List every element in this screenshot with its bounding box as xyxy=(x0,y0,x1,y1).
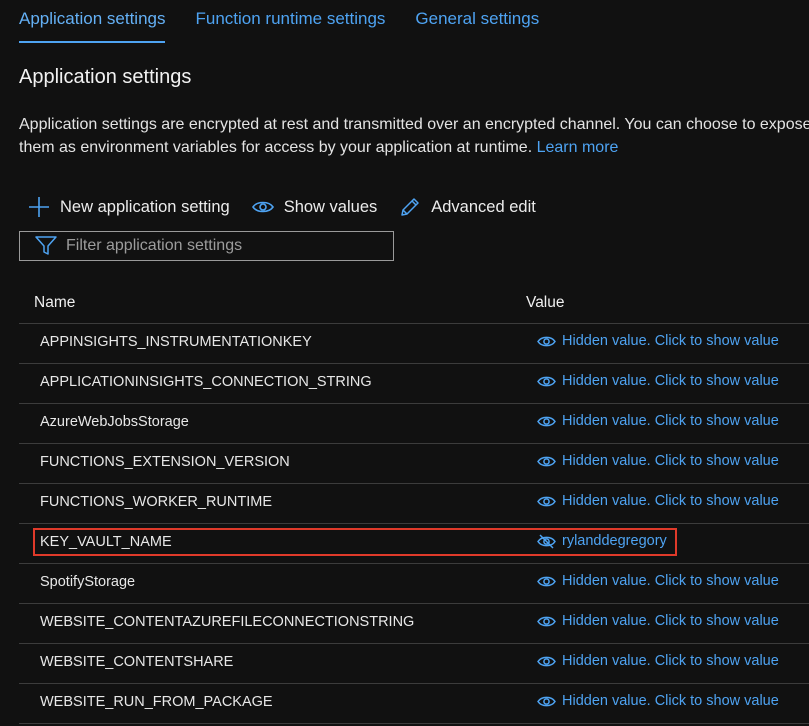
tab-general-settings[interactable]: General settings xyxy=(415,0,539,34)
setting-value[interactable]: Hidden value. Click to show value xyxy=(537,373,779,389)
setting-value[interactable]: Hidden value. Click to show value xyxy=(537,573,779,589)
setting-value[interactable]: rylanddegregory xyxy=(537,533,667,549)
table-row[interactable]: APPLICATIONINSIGHTS_CONNECTION_STRING Hid… xyxy=(19,364,809,404)
setting-name: KEY_VAULT_NAME xyxy=(40,534,172,550)
setting-name: WEBSITE_CONTENTSHARE xyxy=(40,654,234,670)
eye-icon xyxy=(537,656,556,666)
eye-icon xyxy=(537,496,556,506)
column-header-value[interactable]: Value xyxy=(526,294,565,312)
setting-value-text: Hidden value. Click to show value xyxy=(562,413,779,429)
settings-tabs: Application settings Function runtime se… xyxy=(19,0,569,43)
section-title: Application settings xyxy=(19,66,192,88)
pencil-icon xyxy=(401,198,419,216)
setting-value[interactable]: Hidden value. Click to show value xyxy=(537,653,779,669)
eye-icon xyxy=(537,696,556,706)
table-row[interactable]: WEBSITE_CONTENTAZUREFILECONNECTIONSTRING… xyxy=(19,604,809,644)
section-description: Application settings are encrypted at re… xyxy=(19,113,809,159)
setting-name: SpotifyStorage xyxy=(40,574,136,590)
setting-name: WEBSITE_RUN_FROM_PACKAGE xyxy=(40,694,273,710)
table-row[interactable]: APPINSIGHTS_INSTRUMENTATIONKEY Hidden val… xyxy=(19,324,809,364)
setting-name: WEBSITE_CONTENTAZUREFILECONNECTIONSTRING xyxy=(40,614,415,630)
filter-icon xyxy=(35,236,57,255)
table-row[interactable]: FUNCTIONS_WORKER_RUNTIME Hidden value. Cl… xyxy=(19,484,809,524)
table-row[interactable]: WEBSITE_CONTENTSHARE Hidden value. Click … xyxy=(19,644,809,684)
tab-application-settings[interactable]: Application settings xyxy=(19,0,166,43)
setting-value[interactable]: Hidden value. Click to show value xyxy=(537,493,779,509)
eye-icon xyxy=(537,376,556,386)
table-row[interactable]: AzureWebJobsStorage Hidden value. Click t… xyxy=(19,404,809,444)
setting-name: AzureWebJobsStorage xyxy=(40,414,189,430)
eye-icon xyxy=(251,201,274,213)
plus-icon xyxy=(29,197,49,217)
table-row[interactable]: FUNCTIONS_EXTENSION_VERSION Hidden value.… xyxy=(19,444,809,484)
setting-value-text: Hidden value. Click to show value xyxy=(562,333,779,349)
advanced-edit-button[interactable]: Advanced edit xyxy=(399,196,536,218)
tab-function-runtime-settings[interactable]: Function runtime settings xyxy=(195,0,385,34)
filter-box xyxy=(19,231,394,261)
filter-input[interactable] xyxy=(66,237,366,255)
setting-value-text: Hidden value. Click to show value xyxy=(562,693,779,709)
learn-more-link[interactable]: Learn more xyxy=(537,139,619,156)
eye-slash-icon xyxy=(537,533,556,549)
setting-value[interactable]: Hidden value. Click to show value xyxy=(537,613,779,629)
setting-name: APPLICATIONINSIGHTS_CONNECTION_STRING xyxy=(40,374,372,390)
setting-name: APPINSIGHTS_INSTRUMENTATIONKEY xyxy=(40,334,312,350)
show-values-button[interactable]: Show values xyxy=(251,197,378,217)
new-application-setting-label: New application setting xyxy=(60,197,230,216)
setting-value[interactable]: Hidden value. Click to show value xyxy=(537,333,779,349)
description-text: Application settings are encrypted at re… xyxy=(19,116,809,156)
table-body: APPINSIGHTS_INSTRUMENTATIONKEY Hidden val… xyxy=(19,324,809,724)
setting-value[interactable]: Hidden value. Click to show value xyxy=(537,413,779,429)
table-row[interactable]: WEBSITE_RUN_FROM_PACKAGE Hidden value. Cl… xyxy=(19,684,809,724)
settings-table: Name Value APPINSIGHTS_INSTRUMENTATIONKE… xyxy=(19,283,809,724)
table-row[interactable]: SpotifyStorage Hidden value. Click to sho… xyxy=(19,564,809,604)
advanced-edit-label: Advanced edit xyxy=(431,197,536,216)
setting-value-text: Hidden value. Click to show value xyxy=(562,573,779,589)
eye-icon xyxy=(537,336,556,346)
table-row[interactable]: KEY_VAULT_NAME rylanddegregory xyxy=(19,524,809,564)
toolbar: New application setting Show values Adva… xyxy=(28,193,558,221)
eye-icon xyxy=(537,416,556,426)
setting-value[interactable]: Hidden value. Click to show value xyxy=(537,693,779,709)
new-application-setting-button[interactable]: New application setting xyxy=(28,196,230,218)
setting-value-text: Hidden value. Click to show value xyxy=(562,493,779,509)
setting-value-text: rylanddegregory xyxy=(562,533,667,549)
setting-value-text: Hidden value. Click to show value xyxy=(562,653,779,669)
app-settings-page: Application settings Function runtime se… xyxy=(0,0,809,726)
show-values-label: Show values xyxy=(283,197,378,216)
setting-value-text: Hidden value. Click to show value xyxy=(562,613,779,629)
setting-name: FUNCTIONS_WORKER_RUNTIME xyxy=(40,494,273,510)
column-header-name[interactable]: Name xyxy=(34,294,75,312)
setting-value-text: Hidden value. Click to show value xyxy=(562,453,779,469)
setting-value[interactable]: Hidden value. Click to show value xyxy=(537,453,779,469)
table-header: Name Value xyxy=(19,283,809,324)
eye-icon xyxy=(537,616,556,626)
setting-value-text: Hidden value. Click to show value xyxy=(562,373,779,389)
eye-icon xyxy=(537,456,556,466)
eye-icon xyxy=(537,576,556,586)
setting-name: FUNCTIONS_EXTENSION_VERSION xyxy=(40,454,290,470)
